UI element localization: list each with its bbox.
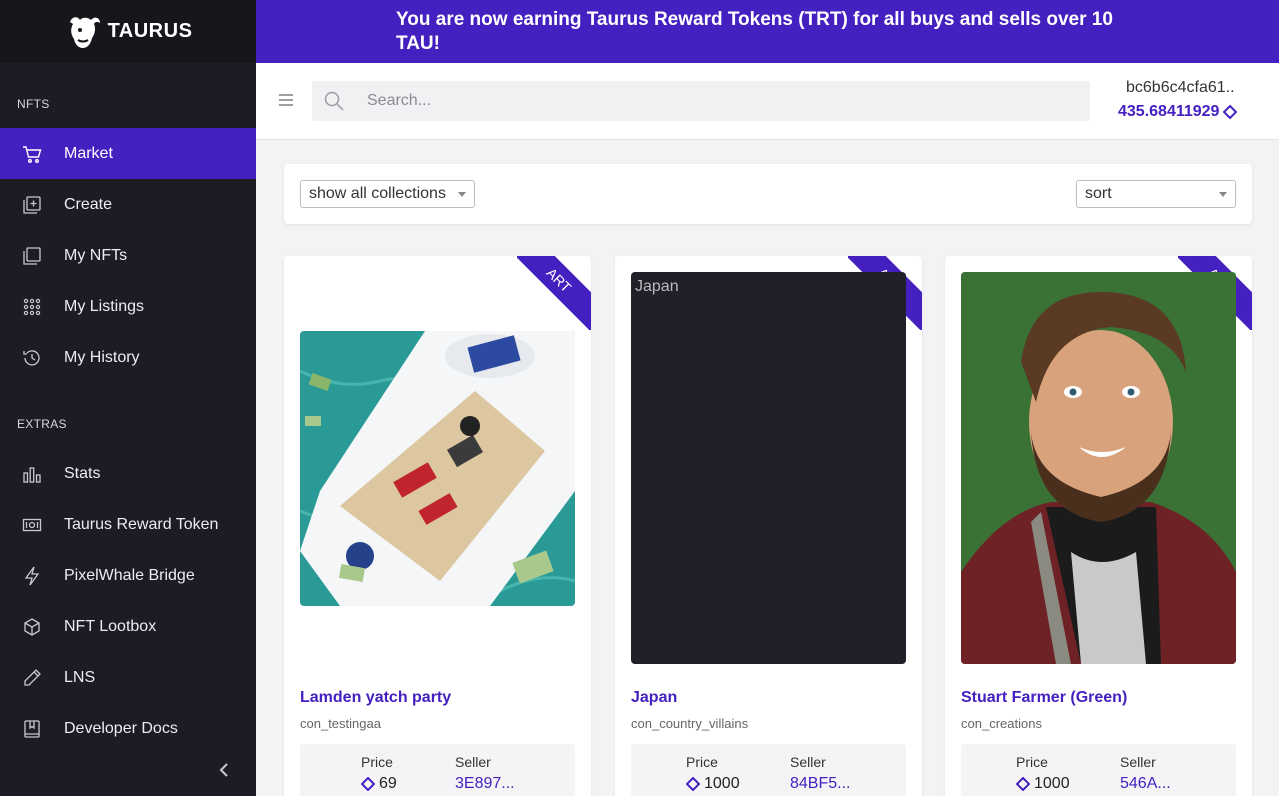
sidebar-item-label: Create bbox=[64, 195, 113, 213]
sidebar-item-my-history[interactable]: My History bbox=[0, 332, 256, 383]
nft-image[interactable] bbox=[961, 272, 1236, 664]
sidebar-item-label: NFT Lootbox bbox=[64, 617, 157, 635]
yacht-artwork bbox=[300, 331, 575, 606]
nft-title[interactable]: Japan bbox=[631, 689, 677, 707]
bar-chart-icon bbox=[22, 464, 42, 484]
filter-bar: show all collections sort bbox=[284, 164, 1252, 224]
seller-label: Seller bbox=[1120, 754, 1156, 770]
sidebar-item-lns[interactable]: LNS bbox=[0, 652, 256, 703]
seller-value[interactable]: 84BF5... bbox=[790, 775, 850, 793]
box-icon bbox=[22, 617, 42, 637]
lightning-icon bbox=[22, 566, 42, 586]
logo-text: TAURUS bbox=[107, 20, 193, 42]
nft-card[interactable]: ART Japan Japan con_country_villains Pri… bbox=[615, 256, 922, 796]
sidebar-item-pixelwhale-bridge[interactable]: PixelWhale Bridge bbox=[0, 550, 256, 601]
sidebar-item-my-nfts[interactable]: My NFTs bbox=[0, 230, 256, 281]
section-label-nfts: NFTS bbox=[17, 97, 50, 111]
portrait-artwork bbox=[961, 272, 1236, 664]
cart-icon bbox=[22, 144, 42, 164]
sort-select-value: sort bbox=[1085, 185, 1112, 202]
price-label: Price bbox=[686, 754, 718, 770]
reward-banner: You are now earning Taurus Reward Tokens… bbox=[256, 0, 1279, 63]
logo[interactable]: TAURUS bbox=[0, 0, 256, 63]
sidebar: TAURUS NFTS Market Create My NFTs My Lis… bbox=[0, 0, 256, 796]
sidebar-item-stats[interactable]: Stats bbox=[0, 448, 256, 499]
sidebar-item-my-listings[interactable]: My Listings bbox=[0, 281, 256, 332]
sidebar-item-label: My Listings bbox=[64, 297, 145, 315]
grid-dots-icon bbox=[22, 297, 42, 317]
sidebar-item-label: Market bbox=[64, 144, 113, 162]
price-value: 1000 bbox=[704, 775, 740, 792]
top-header: bc6b6c4cfa61.. 435.68411929 bbox=[256, 63, 1279, 140]
nft-image[interactable] bbox=[300, 331, 575, 606]
sidebar-item-create[interactable]: Create bbox=[0, 179, 256, 230]
tau-diamond-icon bbox=[1016, 777, 1030, 791]
ribbon-label: ART bbox=[517, 256, 591, 330]
nft-meta: Price 1000 Seller 84BF5... bbox=[631, 744, 906, 796]
image-alt-text: Japan bbox=[635, 278, 679, 295]
chevron-left-icon[interactable] bbox=[214, 760, 234, 780]
add-collection-icon bbox=[22, 195, 42, 215]
nft-meta: Price 1000 Seller 546A... bbox=[961, 744, 1236, 796]
collections-select[interactable]: show all collections bbox=[300, 180, 475, 208]
price-value: 1000 bbox=[1034, 775, 1070, 792]
sidebar-item-label: Taurus Reward Token bbox=[64, 515, 219, 533]
search-bar bbox=[312, 81, 1090, 121]
book-icon bbox=[22, 719, 42, 739]
price-label: Price bbox=[1016, 754, 1048, 770]
sidebar-item-taurus-reward-token[interactable]: Taurus Reward Token bbox=[0, 499, 256, 550]
sort-select[interactable]: sort bbox=[1076, 180, 1236, 208]
seller-value[interactable]: 3E897... bbox=[455, 775, 515, 793]
collections-select-value: show all collections bbox=[309, 185, 446, 202]
sidebar-item-label: My History bbox=[64, 348, 140, 366]
category-ribbon: ART bbox=[517, 256, 591, 330]
section-label-extras: EXTRAS bbox=[17, 417, 67, 431]
nft-collection[interactable]: con_country_villains bbox=[631, 716, 748, 731]
hamburger-menu-icon[interactable] bbox=[278, 92, 294, 108]
sidebar-item-nft-lootbox[interactable]: NFT Lootbox bbox=[0, 601, 256, 652]
banknote-icon bbox=[22, 515, 42, 535]
chevron-down-icon bbox=[1219, 191, 1227, 197]
price-value-group: 69 bbox=[361, 775, 397, 793]
sidebar-item-developer-docs[interactable]: Developer Docs bbox=[0, 703, 256, 754]
wallet-balance: 435.68411929 bbox=[1118, 103, 1238, 121]
nft-title[interactable]: Lamden yatch party bbox=[300, 689, 451, 707]
search-icon bbox=[324, 91, 344, 111]
tau-diamond-icon bbox=[686, 777, 700, 791]
nft-card[interactable]: ART Stuart Farmer (Green) con_creations … bbox=[945, 256, 1252, 796]
chevron-down-icon bbox=[458, 191, 466, 197]
nft-title[interactable]: Stuart Farmer (Green) bbox=[961, 689, 1127, 707]
tau-diamond-icon bbox=[361, 777, 375, 791]
nft-card[interactable]: ART Lamden yatch party con_testingaa Pri… bbox=[284, 256, 591, 796]
price-value-group: 1000 bbox=[1016, 775, 1070, 793]
sidebar-item-label: LNS bbox=[64, 668, 96, 686]
sidebar-item-label: Stats bbox=[64, 464, 101, 482]
sidebar-item-label: My NFTs bbox=[64, 246, 128, 264]
bull-logo-icon bbox=[69, 16, 100, 48]
collection-icon bbox=[22, 246, 42, 266]
price-value: 69 bbox=[379, 775, 397, 792]
sidebar-item-market[interactable]: Market bbox=[0, 128, 256, 179]
tau-diamond-icon bbox=[1223, 105, 1238, 119]
seller-value[interactable]: 546A... bbox=[1120, 775, 1171, 793]
sidebar-item-label: Developer Docs bbox=[64, 719, 178, 737]
price-label: Price bbox=[361, 754, 393, 770]
nft-collection[interactable]: con_testingaa bbox=[300, 716, 381, 731]
price-value-group: 1000 bbox=[686, 775, 740, 793]
nft-meta: Price 69 Seller 3E897... bbox=[300, 744, 575, 796]
pencil-icon bbox=[22, 668, 42, 688]
sidebar-item-label: PixelWhale Bridge bbox=[64, 566, 195, 584]
wallet-balance-value: 435.68411929 bbox=[1118, 103, 1220, 120]
search-input[interactable] bbox=[367, 92, 1047, 110]
nft-collection[interactable]: con_creations bbox=[961, 716, 1042, 731]
seller-label: Seller bbox=[455, 754, 491, 770]
nft-image[interactable]: Japan bbox=[631, 272, 906, 664]
wallet-address[interactable]: bc6b6c4cfa61.. bbox=[1126, 79, 1235, 97]
history-icon bbox=[22, 348, 42, 368]
seller-label: Seller bbox=[790, 754, 826, 770]
